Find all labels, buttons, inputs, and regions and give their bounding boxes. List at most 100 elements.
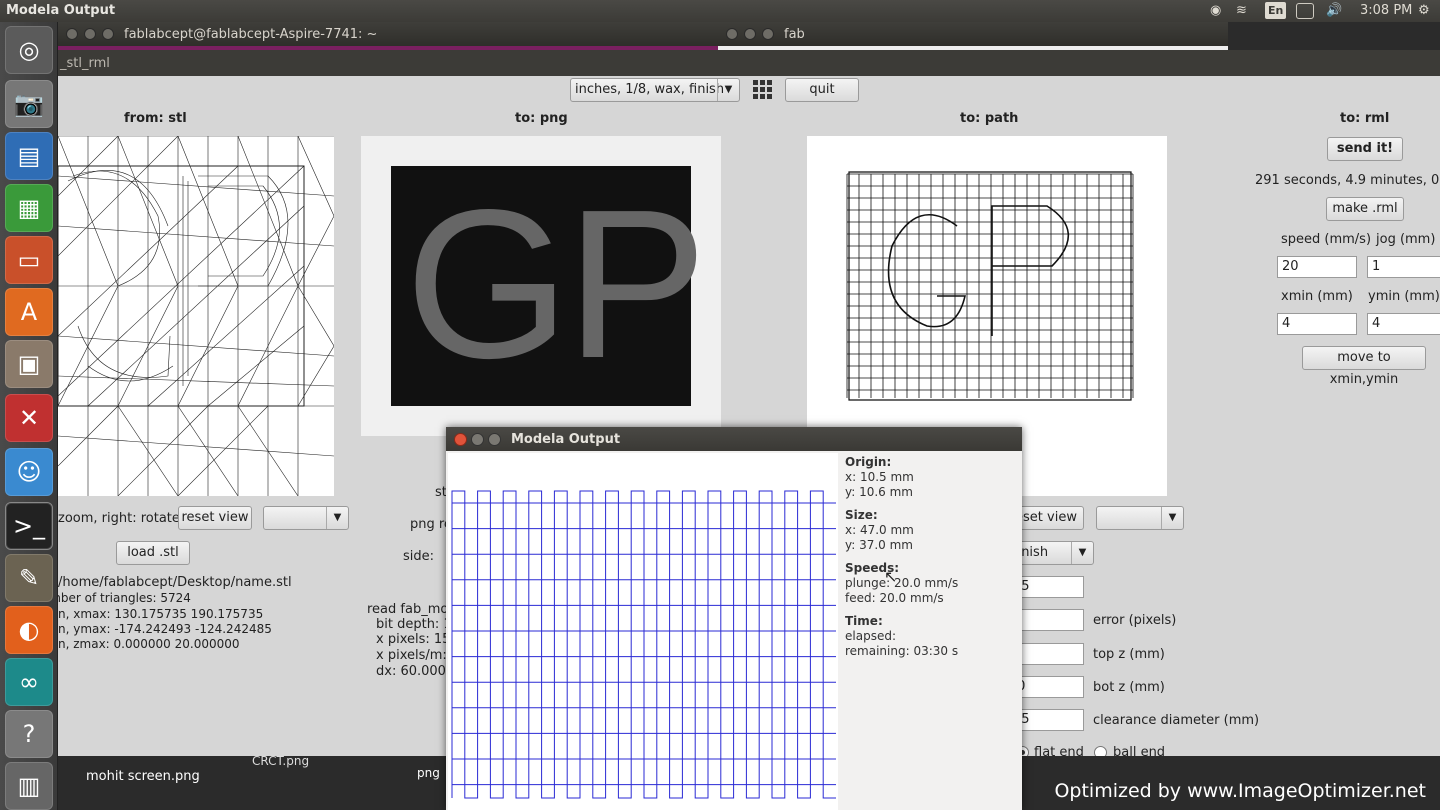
- move-to-xmin-ymin-button[interactable]: move to xmin,ymin: [1302, 346, 1426, 387]
- desktop-file-mohit-screen[interactable]: mohit screen.png: [86, 769, 200, 784]
- origin-y: y: 10.6 mm: [845, 485, 913, 499]
- minimize-icon[interactable]: [84, 28, 96, 40]
- stl-view-hint: zoom, right: rotate: [58, 511, 180, 526]
- bot-z-label: bot z (mm): [1093, 680, 1165, 695]
- stl-file-path: /home/fablabcept/Desktop/name.stl: [58, 575, 292, 590]
- jog-field[interactable]: 1: [1367, 256, 1440, 278]
- png-side-label: side:: [403, 549, 435, 564]
- quit-button[interactable]: quit: [785, 78, 859, 102]
- minimize-icon[interactable]: [471, 433, 484, 446]
- load-stl-button[interactable]: load .stl: [116, 541, 190, 565]
- rml-time-estimate: 291 seconds, 4.9 minutes, 0.08 h: [1255, 173, 1440, 188]
- png-read-info: read fab_mo: [367, 602, 449, 617]
- clearance-diameter-label: clearance diameter (mm): [1093, 713, 1260, 728]
- toolpath-graphic: [451, 490, 836, 799]
- png-x-pixels-m: x pixels/m:: [376, 648, 447, 663]
- terminal-icon[interactable]: >_: [5, 502, 53, 550]
- desktop-file-png[interactable]: png: [417, 766, 440, 780]
- gear-icon[interactable]: ⚙: [1418, 3, 1430, 18]
- firefox-icon[interactable]: ◐: [5, 606, 53, 654]
- keyboard-layout-indicator[interactable]: En: [1265, 2, 1287, 19]
- ymin-field[interactable]: 4: [1367, 313, 1440, 335]
- stl-view-select[interactable]: ▼: [263, 506, 349, 530]
- stl-x-range: n, xmax: 130.175735 190.175735: [58, 607, 264, 621]
- volume-icon[interactable]: 🔊: [1326, 3, 1342, 18]
- software-center-icon[interactable]: A: [5, 288, 53, 336]
- watermark-text: Optimized by www.ImageOptimizer.net: [1054, 780, 1426, 802]
- dash-home-icon[interactable]: ◎: [5, 26, 53, 74]
- dropbox-icon[interactable]: ◉: [1210, 3, 1221, 18]
- launcher: ◎ 📷 ▤ ▦ ▭ A ▣ ✕ ☺ >_ ✎ ◐ ∞ ? ▥: [0, 22, 58, 810]
- wifi-icon[interactable]: ≋: [1236, 3, 1247, 18]
- chevron-down-icon: ▼: [1071, 542, 1093, 564]
- png-bit-depth: bit depth: 1: [376, 617, 452, 632]
- toolpath-canvas: [448, 453, 838, 810]
- process-select[interactable]: inches, 1/8, wax, finish ▼: [570, 78, 740, 102]
- to-rml-title: to: rml: [1340, 111, 1390, 126]
- process-select-value: inches, 1/8, wax, finish: [575, 82, 725, 97]
- time-remaining: remaining: 03:30 s: [845, 644, 959, 658]
- toolpath-serpentine: [451, 490, 836, 799]
- speed-field[interactable]: 20: [1277, 256, 1357, 278]
- jog-label: jog (mm): [1376, 232, 1436, 247]
- chevron-down-icon: ▼: [326, 507, 348, 529]
- arduino-icon[interactable]: ∞: [5, 658, 53, 706]
- modela-titlebar[interactable]: Modela Output: [446, 427, 1022, 451]
- origin-label: Origin:: [845, 455, 892, 469]
- plunge-speed: plunge: 20.0 mm/s: [845, 576, 959, 590]
- stl-reset-view-button[interactable]: reset view: [178, 506, 252, 530]
- gimp-icon[interactable]: ✎: [5, 554, 53, 602]
- close-icon[interactable]: [454, 433, 467, 446]
- chevron-down-icon: ▼: [1161, 507, 1183, 529]
- send-it-button[interactable]: send it!: [1327, 137, 1403, 161]
- to-png-title: to: png: [515, 111, 568, 126]
- terminal-window-title: fablabcept@fablabcept-Aspire-7741: ~: [124, 27, 378, 42]
- ymin-label: ymin (mm): [1368, 289, 1440, 304]
- size-label: Size:: [845, 508, 878, 522]
- path-view-select[interactable]: ▼: [1096, 506, 1184, 530]
- settings-icon[interactable]: ✕: [5, 394, 53, 442]
- close-icon[interactable]: [726, 28, 738, 40]
- active-window-title: Modela Output: [6, 3, 116, 18]
- chat-icon[interactable]: ☺: [5, 448, 53, 496]
- mouse-cursor-icon: ↖: [884, 567, 898, 586]
- stl-z-range: n, zmax: 0.000000 20.000000: [58, 637, 240, 651]
- stl-mesh-view[interactable]: [58, 135, 335, 497]
- stl-y-range: n, ymax: -174.242493 -124.242485: [58, 622, 272, 636]
- size-y: y: 37.0 mm: [845, 538, 913, 552]
- fab-window-titlebar[interactable]: fab: [718, 22, 1228, 46]
- clock[interactable]: 3:08 PM: [1360, 3, 1412, 18]
- minimize-icon[interactable]: [744, 28, 756, 40]
- modela-info-panel: Origin: x: 10.5 mm y: 10.6 mm Size: x: 4…: [845, 455, 958, 659]
- close-icon[interactable]: [66, 28, 78, 40]
- origin-x: x: 10.5 mm: [845, 470, 914, 484]
- trash-icon[interactable]: ▥: [5, 762, 53, 810]
- desktop-file-crct[interactable]: CRCT.png: [252, 754, 309, 768]
- terminal-window-titlebar[interactable]: fablabcept@fablabcept-Aspire-7741: ~: [58, 22, 718, 46]
- maximize-icon[interactable]: [102, 28, 114, 40]
- camera-icon[interactable]: 📷: [5, 80, 53, 128]
- impress-icon[interactable]: ▭: [5, 236, 53, 284]
- png-preview-text: GP: [405, 165, 707, 402]
- png-preview-image: GP: [391, 166, 707, 406]
- top-z-label: top z (mm): [1093, 647, 1165, 662]
- modela-title: Modela Output: [511, 432, 621, 447]
- time-label: Time:: [845, 614, 883, 628]
- writer-icon[interactable]: ▤: [5, 132, 53, 180]
- help-icon[interactable]: ?: [5, 710, 53, 758]
- chevron-down-icon: ▼: [717, 79, 739, 101]
- app-caption-bar: _stl_rml: [58, 50, 1440, 76]
- battery-icon[interactable]: [1296, 3, 1314, 19]
- png-preview-panel: GP: [361, 136, 721, 436]
- to-path-title: to: path: [960, 111, 1019, 126]
- time-elapsed: elapsed:: [845, 629, 896, 643]
- maximize-icon[interactable]: [762, 28, 774, 40]
- files-icon[interactable]: ▣: [5, 340, 53, 388]
- make-rml-button[interactable]: make .rml: [1326, 197, 1404, 221]
- feed-speed: feed: 20.0 mm/s: [845, 591, 944, 605]
- grid-icon[interactable]: [752, 79, 774, 101]
- maximize-icon[interactable]: [488, 433, 501, 446]
- calc-icon[interactable]: ▦: [5, 184, 53, 232]
- error-label: error (pixels): [1093, 613, 1177, 628]
- xmin-field[interactable]: 4: [1277, 313, 1357, 335]
